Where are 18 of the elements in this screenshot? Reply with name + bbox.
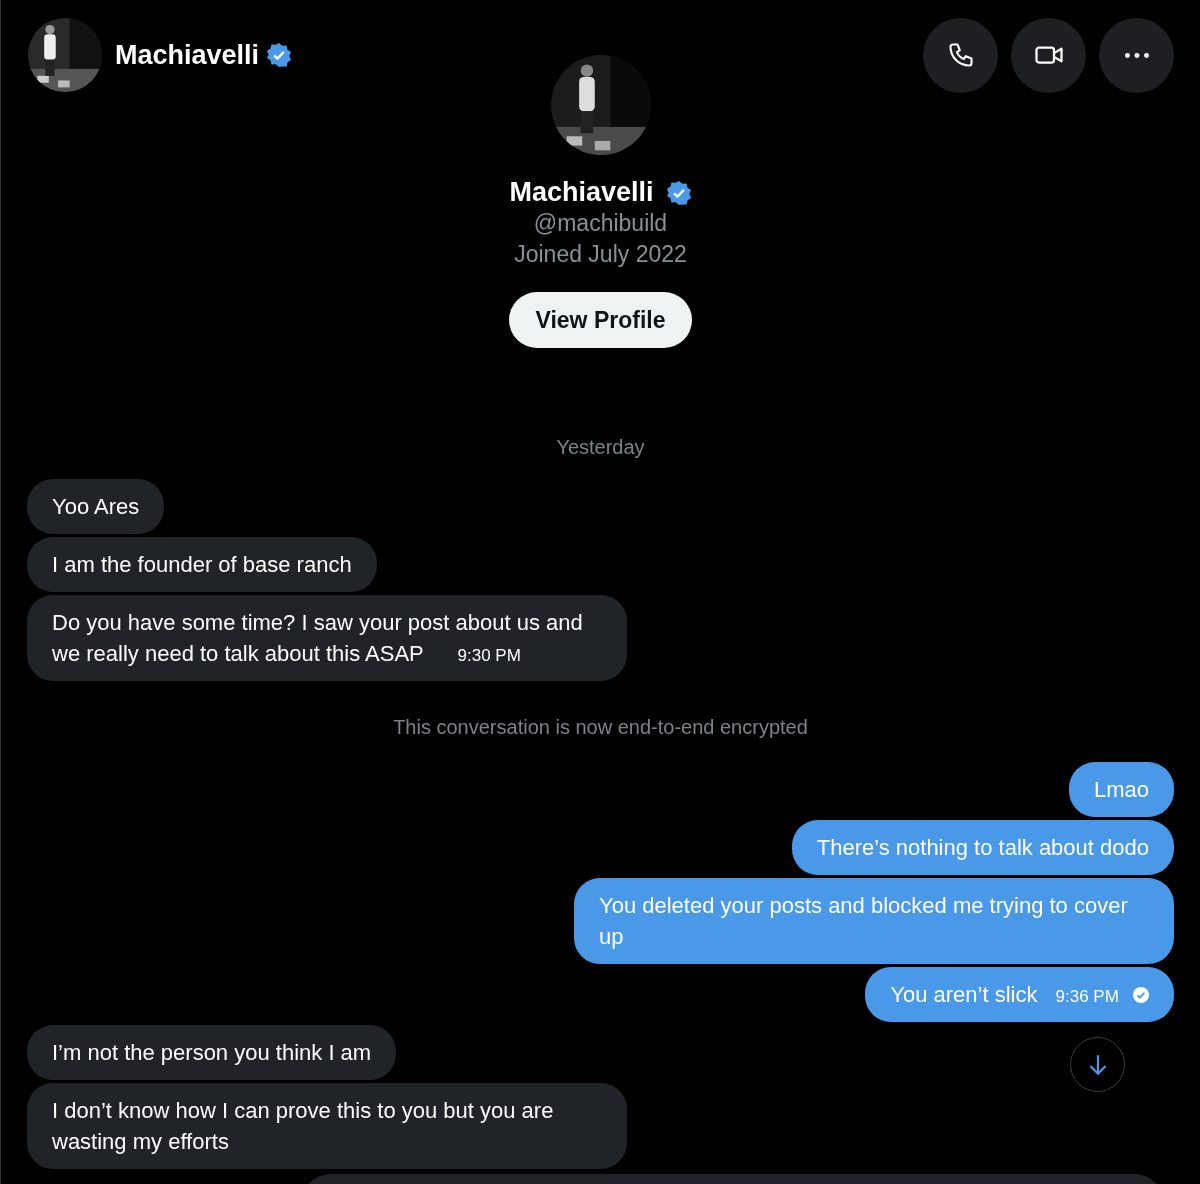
message-bubble: Lmao <box>1068 762 1174 817</box>
contact-name: Machiavelli <box>115 39 260 71</box>
phone-icon <box>946 41 975 69</box>
message-bubble: You deleted your posts and blocked me trying to cover up <box>574 878 1174 964</box>
date-divider: Yesterday <box>555 436 646 459</box>
more-icon <box>1124 52 1149 58</box>
message-bubble: Do you have some time? I saw your post about us and we really need to talk about this ASAP 9:30 PM <box>27 595 627 681</box>
profile-handle: @machibuild <box>533 209 668 238</box>
join-date: Joined July 2022 <box>514 240 687 269</box>
profile-name: Machiavelli <box>509 177 654 208</box>
message-bubble: Yoo Ares <box>27 479 165 534</box>
message-bubble: I am the founder of base ranch <box>27 537 377 592</box>
view-profile-button[interactable]: View Profile <box>508 292 693 348</box>
message-bubble: I don’t know how I can prove this to you but you are wasting my efforts <box>27 1083 627 1169</box>
message-bubble: You aren’t slick 9:36 PM <box>865 967 1174 1022</box>
message-bubble: I’m not the person you think I am <box>27 1025 397 1080</box>
encryption-notice: This conversation is now end-to-end encrypted <box>392 716 809 739</box>
message-bubble: There’s nothing to talk about dodo <box>791 820 1174 875</box>
